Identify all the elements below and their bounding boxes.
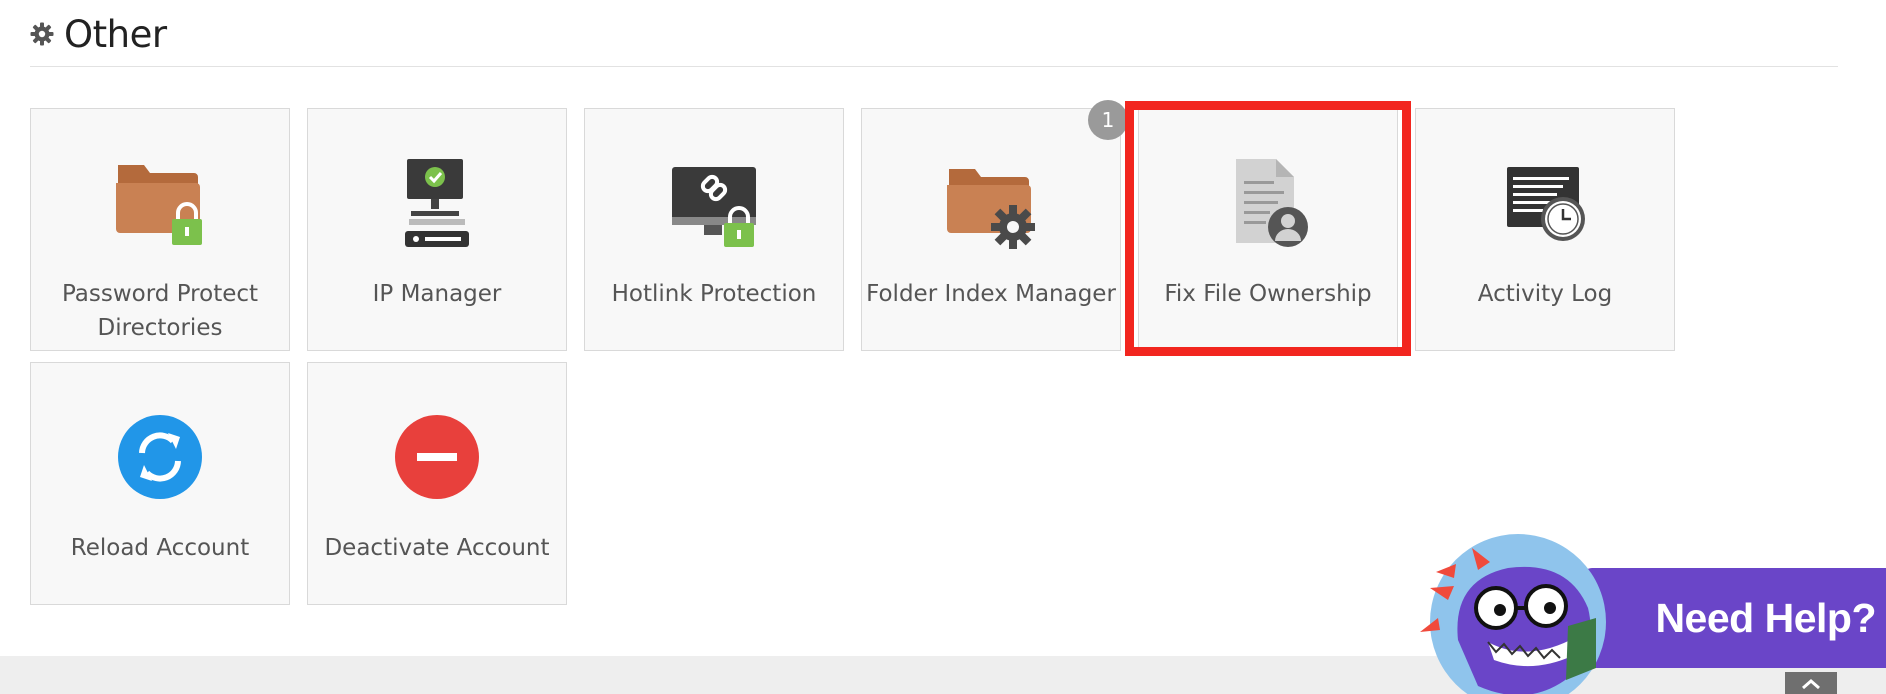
tile-fix-file-ownership[interactable]: Fix File Ownership xyxy=(1138,108,1398,351)
tile-folder-index-manager[interactable]: Folder Index Manager xyxy=(861,108,1121,351)
gear-icon xyxy=(30,22,54,46)
tile-label: Reload Account xyxy=(70,535,250,561)
section-title: Other xyxy=(64,12,167,56)
log-clock-icon xyxy=(1497,153,1593,253)
tile-hotlink-protection[interactable]: Hotlink Protection xyxy=(584,108,844,351)
need-help-banner[interactable]: Need Help? xyxy=(1582,568,1886,668)
mascot-icon xyxy=(1418,530,1608,694)
step-badge: 1 xyxy=(1088,100,1128,140)
tile-label: IP Manager xyxy=(372,281,502,307)
tile-password-protect-directories[interactable]: Password Protect Directories xyxy=(30,108,290,351)
need-help-widget[interactable]: Need Help? xyxy=(1418,530,1886,694)
reload-icon xyxy=(112,407,208,507)
tile-label: Hotlink Protection xyxy=(611,281,817,307)
folder-lock-icon xyxy=(112,153,208,253)
tile-reload-account[interactable]: Reload Account xyxy=(30,362,290,605)
tile-deactivate-account[interactable]: Deactivate Account xyxy=(307,362,567,605)
tile-activity-log[interactable]: Activity Log xyxy=(1415,108,1675,351)
file-user-icon xyxy=(1220,153,1316,253)
tile-label: Activity Log xyxy=(1477,281,1613,307)
tile-label: Fix File Ownership xyxy=(1164,281,1372,307)
tile-label: Password Protect Directories xyxy=(61,281,259,341)
section-divider xyxy=(30,66,1838,67)
tile-label: Deactivate Account xyxy=(324,535,550,561)
ip-manager-icon xyxy=(389,153,485,253)
folder-gear-icon xyxy=(943,153,1039,253)
section-header: Other xyxy=(30,8,167,60)
tile-label: Folder Index Manager xyxy=(866,281,1116,307)
deactivate-icon xyxy=(389,407,485,507)
tile-ip-manager[interactable]: IP Manager xyxy=(307,108,567,351)
need-help-label: Need Help? xyxy=(1655,594,1876,641)
monitor-link-lock-icon xyxy=(666,153,762,253)
